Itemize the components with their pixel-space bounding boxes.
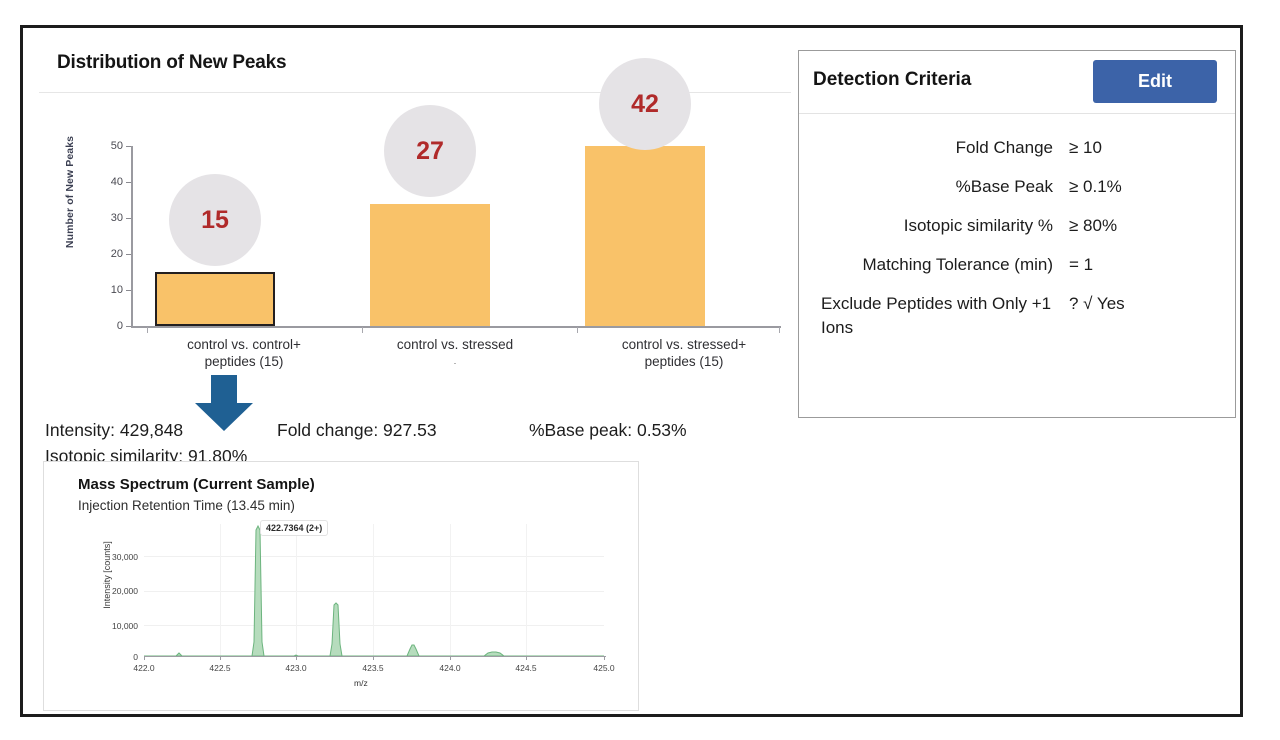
spectrum-x-tick-mark	[220, 656, 221, 660]
distribution-plot-area: Number of New Peaks 50 40 30 20 10 0 15 …	[39, 58, 791, 369]
mass-spectrum-title: Mass Spectrum (Current Sample)	[78, 476, 315, 493]
metric-intensity: Intensity: 429,848	[45, 420, 184, 440]
spectrum-x-axis-title: m/z	[354, 678, 368, 688]
criteria-value: ? √ Yes	[1069, 294, 1125, 313]
spectrum-y-axis-title: Intensity [counts]	[102, 541, 112, 609]
spectrum-baseline	[144, 656, 606, 657]
detection-criteria-body: Fold Change ≥ 10 %Base Peak ≥ 0.1% Isoto…	[799, 114, 1235, 340]
badge-value: 27	[416, 136, 444, 165]
x-axis-label-1: control vs. control+ peptides (15)	[149, 336, 339, 370]
x-axis-label-3-line2: peptides (15)	[644, 354, 724, 369]
spectrum-x-tick-label: 422.5	[209, 663, 231, 673]
criteria-row: Matching Tolerance (min) = 1	[799, 253, 1235, 283]
x-tick-mark	[362, 327, 363, 333]
x-axis-label-3-line1: control vs. stressed+	[621, 337, 747, 352]
bar-control-vs-stressed-peptides[interactable]	[585, 146, 705, 326]
badge-bar-2: 27	[384, 105, 476, 197]
x-axis-label-2-line2: .	[453, 356, 457, 366]
y-tick-label: 30	[110, 212, 123, 224]
criteria-value: ≥ 80%	[1069, 216, 1118, 235]
y-tick-label: 20	[110, 248, 123, 260]
criteria-label: Isotopic similarity %	[903, 216, 1053, 235]
spectrum-y-tick-label: 0	[133, 652, 138, 662]
spectrum-x-tick-mark	[526, 656, 527, 660]
spectrum-y-tick-label: 10,000	[112, 621, 138, 631]
badge-bar-1: 15	[169, 174, 261, 266]
criteria-row: Fold Change ≥ 10	[799, 136, 1235, 166]
page-title: Distribution of New Peaks	[57, 52, 287, 73]
spectrum-x-tick-mark	[296, 656, 297, 660]
distribution-chart-card: Distribution of New Peaks Number of New …	[39, 40, 791, 369]
badge-bar-3: 42	[599, 58, 691, 150]
x-axis-line	[131, 326, 781, 328]
spectrum-x-tick-mark	[373, 656, 374, 660]
spectrum-x-tick-label: 425.0	[593, 663, 615, 673]
y-tick-label: 0	[116, 320, 123, 332]
badge-value: 15	[201, 205, 229, 234]
y-tick-label: 40	[110, 176, 123, 188]
criteria-row: Isotopic similarity % ≥ 80%	[799, 214, 1235, 244]
x-axis-label-3: control vs. stressed+ peptides (15)	[579, 336, 789, 370]
criteria-label: %Base Peak	[955, 177, 1053, 196]
x-axis-label-2-line1: control vs. stressed	[396, 337, 514, 352]
criteria-label: Exclude Peptides with Only +1 Ions	[821, 294, 1052, 337]
spectrum-y-tick-label: 20,000	[112, 586, 138, 596]
mass-spectrum-plot-area: Intensity [counts] 30,000 20,000 10,000 …	[96, 520, 621, 694]
criteria-label: Matching Tolerance (min)	[862, 255, 1053, 274]
bar-control-vs-control-peptides[interactable]	[155, 272, 275, 326]
screenshot-root: Distribution of New Peaks Number of New …	[0, 0, 1280, 740]
criteria-value: = 1	[1069, 255, 1094, 274]
edit-button[interactable]: Edit	[1093, 60, 1217, 103]
spectrum-trace	[144, 524, 604, 657]
bar-column	[585, 146, 705, 326]
y-axis-title: Number of New Peaks	[64, 135, 76, 249]
x-axis-label-1-line1: control vs. control+	[187, 337, 301, 352]
mass-spectrum-subtitle: Injection Retention Time (13.45 min)	[78, 498, 295, 513]
badge-value: 42	[631, 89, 659, 118]
detection-criteria-title: Detection Criteria	[813, 69, 972, 90]
spectrum-x-tick-label: 424.0	[439, 663, 461, 673]
y-tick-label: 50	[110, 140, 123, 152]
x-axis-label-1-line2: peptides (15)	[204, 354, 284, 369]
criteria-value: ≥ 0.1%	[1069, 177, 1122, 196]
spectrum-x-tick-label: 422.0	[133, 663, 155, 673]
metric-base-peak: %Base peak: 0.53%	[529, 420, 687, 440]
criteria-value: ≥ 10	[1069, 138, 1102, 157]
criteria-row: %Base Peak ≥ 0.1%	[799, 175, 1235, 205]
mass-spectrum-card: Mass Spectrum (Current Sample) Injection…	[43, 461, 639, 711]
bar-control-vs-stressed[interactable]	[370, 204, 490, 326]
spectrum-x-tick-mark	[144, 656, 145, 660]
x-tick-mark	[147, 327, 148, 333]
detection-criteria-panel: Detection Criteria Edit Fold Change ≥ 10…	[798, 50, 1236, 418]
metric-fold-change: Fold change: 927.53	[277, 420, 437, 440]
spectrum-x-tick-label: 423.0	[285, 663, 307, 673]
spectrum-x-tick-label: 424.5	[515, 663, 537, 673]
x-tick-mark	[577, 327, 578, 333]
detection-criteria-header: Detection Criteria Edit	[799, 51, 1235, 114]
spectrum-x-tick-label: 423.5	[362, 663, 384, 673]
peak-annotation-label: 422.7364 (2+)	[260, 520, 329, 536]
spectrum-y-tick-label: 30,000	[112, 552, 138, 562]
x-tick-mark	[779, 327, 780, 333]
y-tick-label: 10	[110, 284, 123, 296]
spectrum-x-tick-mark	[604, 656, 605, 660]
slide-frame: Distribution of New Peaks Number of New …	[20, 25, 1243, 717]
peak-metrics-row-1: Intensity: 429,848 Fold change: 927.53 %…	[45, 420, 785, 446]
criteria-label: Fold Change	[955, 138, 1053, 157]
y-axis-line	[131, 146, 133, 326]
spectrum-x-tick-mark	[450, 656, 451, 660]
x-axis-label-2: control vs. stressed .	[355, 336, 555, 370]
criteria-row: Exclude Peptides with Only +1 Ions ? √ Y…	[799, 292, 1235, 340]
